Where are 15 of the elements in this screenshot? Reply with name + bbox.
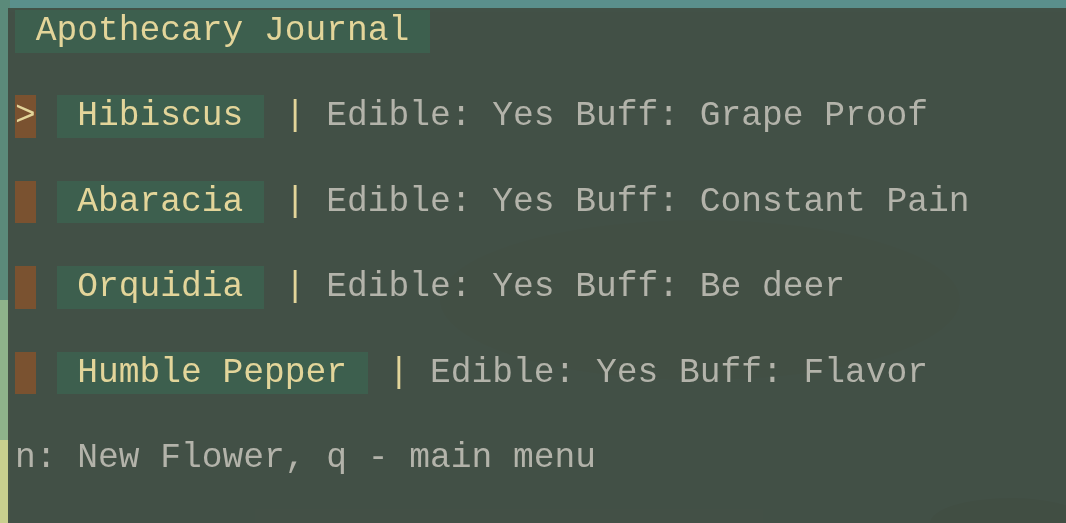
flower-name[interactable]: Abaracia [56,180,264,224]
flower-details: Edible: Yes Buff: Be deer [326,266,846,309]
column-separator: | [284,95,306,138]
key-hints: n: New Flower, q - main menu [15,436,596,479]
cursor-marker: > [15,95,36,139]
column-separator: | [284,180,306,223]
column-separator: | [284,266,306,309]
flower-name[interactable]: Hibiscus [56,95,264,139]
column-separator: | [388,351,410,394]
flower-details: Edible: Yes Buff: Flavor [430,351,929,394]
journal-title: Apothecary Journal [15,10,430,53]
flower-name[interactable]: Orquidia [56,266,264,309]
flower-details: Edible: Yes Buff: Constant Pain [326,180,970,223]
flower-details: Edible: Yes Buff: Grape Proof [326,95,929,138]
flower-name[interactable]: Humble Pepper [56,351,368,395]
